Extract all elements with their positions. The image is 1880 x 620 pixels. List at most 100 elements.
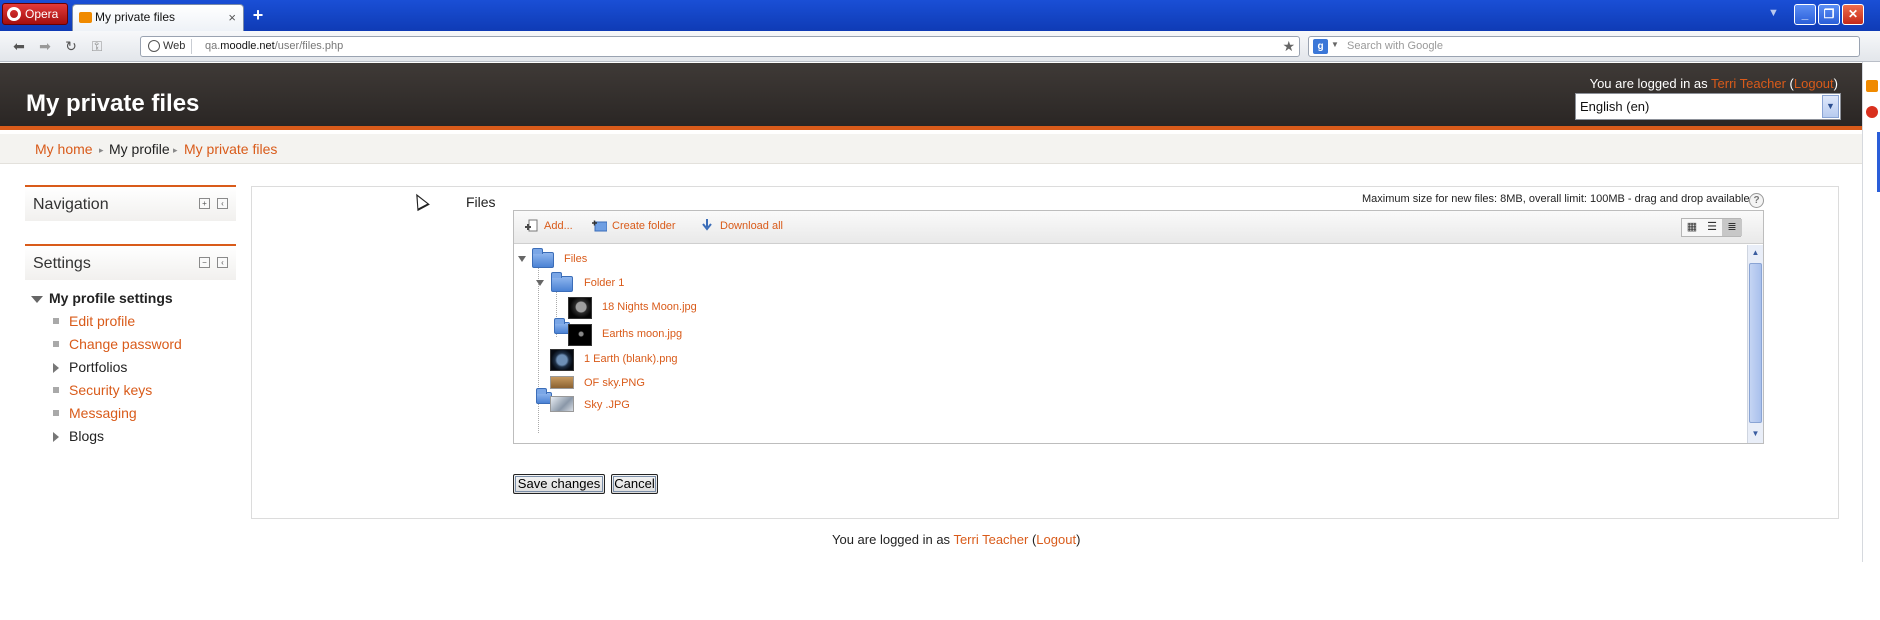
wand-key-icon[interactable]: ⚿ [88,37,106,55]
settings-item-label[interactable]: Messaging [69,405,137,421]
scroll-down-icon[interactable]: ▼ [1749,427,1762,441]
logout-link[interactable]: Logout [1036,532,1076,547]
create-folder-label: Create folder [612,220,676,232]
login-info-footer: You are logged in as Terri Teacher (Logo… [832,532,1081,547]
caret-down-icon[interactable] [518,256,526,262]
settings-item-edit-profile[interactable]: Edit profile [25,311,135,331]
opera-menu-label: Opera [25,7,59,21]
scroll-up-icon[interactable]: ▲ [1749,246,1762,260]
folder-plus-icon [592,220,607,232]
navigation-block-title: Navigation [33,196,109,213]
reload-icon[interactable]: ↻ [62,37,80,55]
settings-item-label[interactable]: Edit profile [69,313,135,329]
breadcrumb-my-private-files[interactable]: My private files [184,141,277,157]
tree-node-file[interactable]: 18 Nights Moon.jpg [514,297,814,319]
settings-item-blogs[interactable]: Blogs [25,426,104,446]
logout-link[interactable]: Logout [1794,76,1834,91]
google-engine-icon[interactable]: g [1313,39,1328,54]
tree-node-label[interactable]: OF sky.PNG [584,377,645,389]
settings-item-label: Portfolios [69,359,128,375]
window-close-button[interactable]: ✕ [1842,4,1864,25]
file-manager-toolbar: Add... Create folder Download all ▦ ☰ ≣ [514,211,1763,244]
navigation-block: Navigation + ‹ [25,185,236,221]
tab-close-icon[interactable]: × [228,5,236,30]
rss-feed-icon[interactable] [1866,80,1878,92]
back-arrow-icon[interactable]: ⬅ [10,37,28,55]
login-prefix: You are logged in as [832,532,954,547]
settings-item-security-keys[interactable]: Security keys [25,380,152,400]
address-url[interactable]: qa.moodle.net/user/files.php [205,37,343,56]
block-dock-icon[interactable]: ‹ [217,257,228,268]
bullet-icon [53,410,59,417]
breadcrumb-my-profile: My profile [109,141,170,157]
view-icons-button[interactable]: ▦ [1682,219,1702,236]
settings-item-messaging[interactable]: Messaging [25,403,137,423]
browser-tab-active[interactable]: My private files × [72,4,244,31]
user-profile-link[interactable]: Terri Teacher [953,532,1028,547]
settings-tree-root[interactable]: My profile settings [25,288,173,308]
breadcrumb-separator-icon: ▸ [99,145,104,155]
site-badge: Web [145,39,193,54]
file-tree: Files Folder 1 18 Nights Moon.jpg Earths… [514,245,1747,443]
breadcrumb-separator-icon: ▸ [173,145,178,155]
opera-panel-icon[interactable] [1866,106,1878,118]
bookmark-star-icon[interactable]: ★ [1282,37,1295,56]
settings-item-label[interactable]: Security keys [69,382,152,398]
tab-list-chevron-icon[interactable]: ▼ [1768,7,1779,19]
tree-node-label[interactable]: Sky .JPG [584,399,630,411]
tree-node-label[interactable]: Earths moon.jpg [602,328,682,340]
breadcrumb-my-home[interactable]: My home [35,141,93,157]
opera-menu-button[interactable]: Opera [2,3,68,25]
scrollbar-thumb[interactable] [1749,263,1762,423]
add-file-button[interactable]: Add... [524,219,573,232]
help-icon[interactable]: ? [1749,193,1764,208]
settings-item-portfolios[interactable]: Portfolios [25,357,127,377]
save-changes-button[interactable]: Save changes [513,474,605,494]
block-dock-icon[interactable]: ‹ [217,198,228,209]
tree-node-root[interactable]: Files [514,248,814,271]
folder-icon [551,272,573,292]
view-list-button[interactable]: ☰ [1702,219,1722,236]
engine-dropdown-icon[interactable]: ▼ [1331,40,1339,49]
browser-toolbar: ⬅ ➡ ↻ ⚿ Web qa.moodle.net/user/files.php… [0,31,1880,62]
search-box[interactable]: g ▼ Search with Google [1308,36,1860,57]
create-folder-button[interactable]: Create folder [592,220,676,232]
settings-item-label[interactable]: Change password [69,336,182,352]
tree-node-label[interactable]: 1 Earth (blank).png [584,353,678,365]
tree-node-file[interactable]: OF sky.PNG [514,373,814,395]
login-prefix: You are logged in as [1589,76,1712,91]
caret-down-icon[interactable] [536,280,544,286]
new-tab-button[interactable]: + [248,6,268,26]
tree-node-label[interactable]: Files [564,253,587,265]
address-bar[interactable]: Web qa.moodle.net/user/files.php ★ [140,36,1300,57]
download-all-button[interactable]: Download all [700,219,783,232]
tree-node-label[interactable]: Folder 1 [584,277,624,289]
window-minimize-button[interactable]: _ [1794,4,1816,25]
tree-node-file[interactable]: Earths moon.jpg [514,318,814,346]
download-arrow-icon [702,219,712,231]
tree-node-folder[interactable]: Folder 1 [514,272,814,295]
tree-node-file[interactable]: 1 Earth (blank).png [514,349,814,371]
page-title: My private files [26,90,200,117]
url-path: /user/files.php [274,40,344,52]
block-collapse-icon[interactable]: − [199,257,210,268]
tree-node-label[interactable]: 18 Nights Moon.jpg [602,301,697,313]
bullet-icon [53,341,59,348]
forward-arrow-icon[interactable]: ➡ [36,37,54,55]
image-thumbnail [550,396,574,412]
folder-icon [532,248,554,268]
settings-item-change-password[interactable]: Change password [25,334,182,354]
image-thumbnail [568,324,592,346]
tree-node-file[interactable]: Sky .JPG [514,388,814,417]
view-tree-button[interactable]: ≣ [1722,219,1742,236]
language-select[interactable]: English (en) ▼ [1575,93,1841,120]
chevron-down-icon[interactable]: ▼ [1822,95,1839,118]
image-thumbnail [568,297,592,319]
file-tree-scrollbar[interactable]: ▲ ▼ [1747,245,1763,443]
window-maximize-button[interactable]: ❐ [1818,4,1840,25]
add-file-label: Add... [544,220,573,232]
cancel-button[interactable]: Cancel [611,474,658,494]
user-profile-link[interactable]: Terri Teacher [1711,76,1786,91]
browser-titlebar: Opera My private files × + ▼ _ ❐ ✕ [0,0,1880,31]
block-expand-icon[interactable]: + [199,198,210,209]
